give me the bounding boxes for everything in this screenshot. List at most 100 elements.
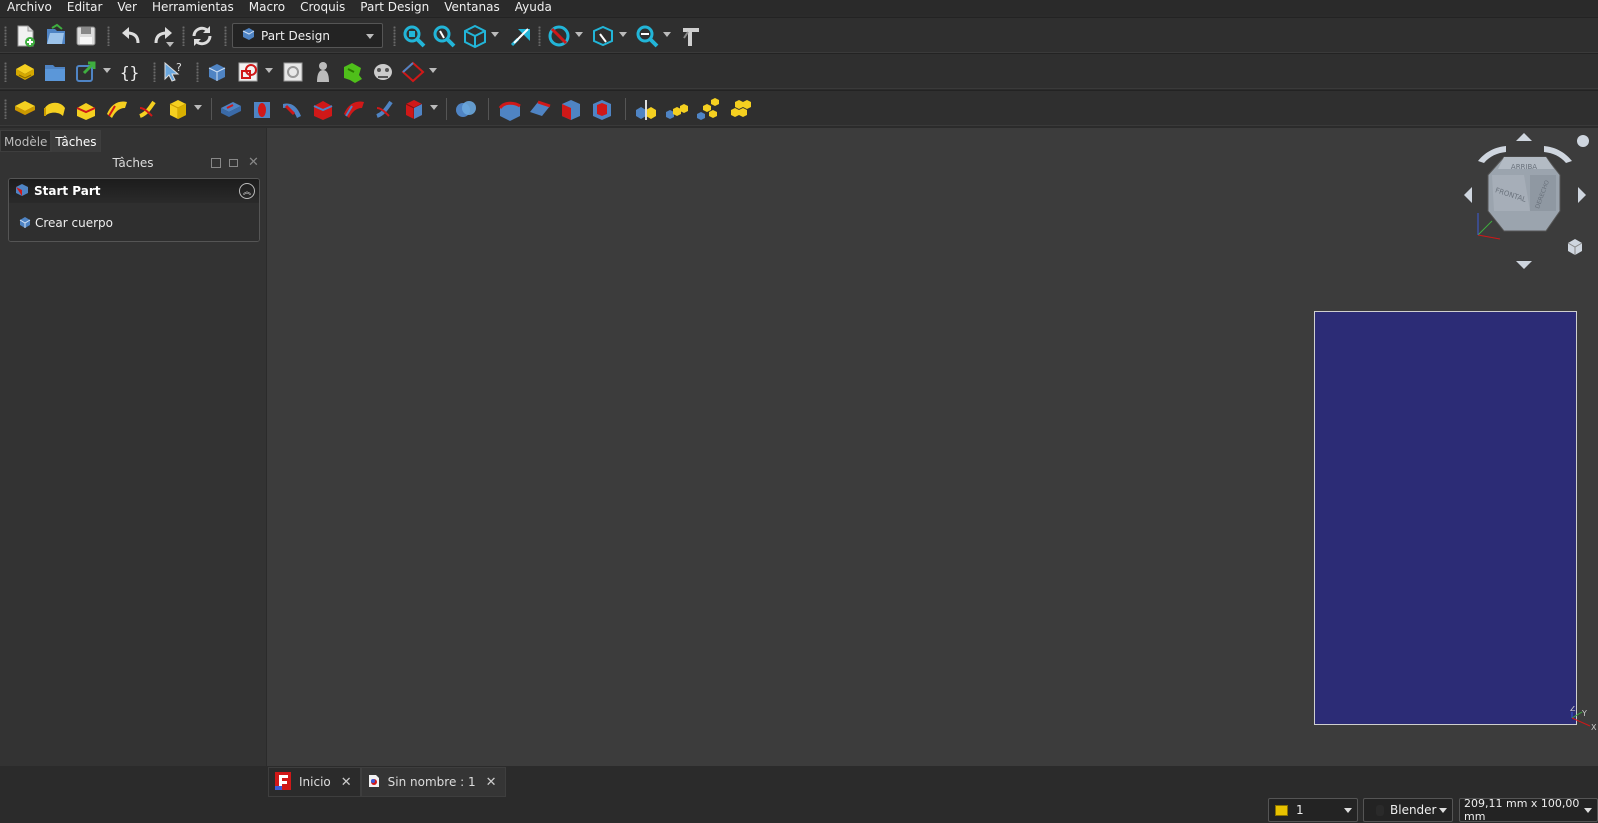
toolbar-grip[interactable] <box>4 62 7 82</box>
datum-dropdown[interactable] <box>429 68 437 73</box>
bounding-box-icon[interactable] <box>590 23 616 49</box>
nav-arrow-right-icon[interactable] <box>1578 187 1586 203</box>
menu-part-design[interactable]: Part Design <box>353 0 437 15</box>
navigation-style-selector[interactable]: Blender <box>1363 798 1453 822</box>
subtractive-primitive-dropdown[interactable] <box>430 105 438 110</box>
additive-helix-icon[interactable] <box>134 96 160 122</box>
draw-style-dropdown[interactable] <box>575 32 583 37</box>
tab-inicio[interactable]: Inicio ✕ <box>268 767 361 797</box>
tab-model[interactable]: Modèle <box>0 130 52 152</box>
clone-icon[interactable] <box>310 59 336 85</box>
menu-editar[interactable]: Editar <box>60 0 111 15</box>
isometric-view-icon[interactable] <box>462 23 488 49</box>
float-icon[interactable] <box>211 158 221 168</box>
subtractive-loft-icon[interactable] <box>310 96 336 122</box>
sketch-dropdown[interactable] <box>265 68 273 73</box>
shape-binder-icon[interactable] <box>340 59 366 85</box>
refresh-icon[interactable] <box>189 23 215 49</box>
toolbar-grip[interactable] <box>224 26 227 46</box>
additive-box-icon[interactable] <box>165 96 191 122</box>
toolbar-grip[interactable] <box>393 26 396 46</box>
sketch-icon[interactable] <box>236 59 262 85</box>
clipping-plane-icon[interactable] <box>678 23 704 49</box>
boolean-icon[interactable] <box>453 96 479 122</box>
attach-sketch-icon[interactable] <box>280 59 306 85</box>
subtractive-pipe-icon[interactable] <box>341 96 367 122</box>
groove-icon[interactable] <box>280 96 306 122</box>
draw-style-icon[interactable] <box>546 23 572 49</box>
subtractive-box-icon[interactable] <box>401 96 427 122</box>
revolution-icon[interactable] <box>42 96 68 122</box>
linear-pattern-icon[interactable] <box>664 96 690 122</box>
chevron-down-icon <box>1584 808 1592 813</box>
tab-tasks[interactable]: Tâches <box>51 130 101 152</box>
subtractive-helix-icon[interactable] <box>371 96 397 122</box>
pocket-icon[interactable] <box>218 96 244 122</box>
close-tab-icon[interactable]: ✕ <box>486 775 497 790</box>
tab-sin-nombre[interactable]: Sin nombre : 1 ✕ <box>360 767 506 797</box>
toolbar-grip[interactable] <box>107 26 110 46</box>
hole-icon[interactable] <box>249 96 275 122</box>
toolbar-grip[interactable] <box>153 62 156 82</box>
nav-arrow-left-icon[interactable] <box>1464 187 1472 203</box>
subshape-binder-icon[interactable] <box>370 59 396 85</box>
save-document-icon[interactable] <box>73 23 99 49</box>
menu-herramientas[interactable]: Herramientas <box>145 0 242 15</box>
toolbar-grip[interactable] <box>4 26 7 46</box>
undo-icon[interactable] <box>118 23 144 49</box>
whats-this-icon[interactable]: ? <box>160 59 186 85</box>
fit-all-icon[interactable] <box>401 23 427 49</box>
bounding-box-dropdown[interactable] <box>619 32 627 37</box>
fit-selection-icon[interactable] <box>431 23 457 49</box>
task-action-create-body[interactable]: Crear cuerpo <box>9 203 259 241</box>
toolbar-grip[interactable] <box>4 99 7 119</box>
toolbar-grip[interactable] <box>538 26 541 46</box>
restore-icon[interactable] <box>229 159 238 167</box>
layer-selector[interactable]: 1 <box>1268 798 1358 822</box>
new-document-icon[interactable] <box>12 23 38 49</box>
dimension-display[interactable]: 209,11 mm x 100,00 mm <box>1459 797 1598 823</box>
menu-archivo[interactable]: Archivo <box>0 0 60 15</box>
close-tab-icon[interactable]: ✕ <box>341 775 352 790</box>
menu-ventanas[interactable]: Ventanas <box>437 0 508 15</box>
pad-icon[interactable] <box>12 96 38 122</box>
thickness-icon[interactable] <box>589 96 615 122</box>
collapse-icon[interactable]: ︽ <box>239 183 255 199</box>
nav-arrow-down-icon[interactable] <box>1516 261 1532 269</box>
link-icon[interactable] <box>74 59 100 85</box>
menu-croquis[interactable]: Croquis <box>293 0 353 15</box>
redo-dropdown[interactable] <box>166 42 174 47</box>
menu-ayuda[interactable]: Ayuda <box>508 0 560 15</box>
chamfer-icon[interactable] <box>527 96 553 122</box>
menu-macro[interactable]: Macro <box>242 0 293 15</box>
toolbar-grip[interactable] <box>196 62 199 82</box>
zoom-dropdown[interactable] <box>663 32 671 37</box>
body-icon[interactable] <box>204 59 230 85</box>
navigation-cube[interactable]: ARRIBA FRONTAL DERECHO <box>1464 133 1594 269</box>
open-document-icon[interactable] <box>43 23 69 49</box>
polar-pattern-icon[interactable] <box>695 96 721 122</box>
view-dropdown[interactable] <box>491 32 499 37</box>
workbench-selector[interactable]: Part Design <box>232 23 383 48</box>
measure-icon[interactable] <box>508 23 534 49</box>
sketch-page-plane[interactable] <box>1314 311 1577 725</box>
axis-x-label: X <box>1591 723 1597 732</box>
datum-plane-icon[interactable] <box>400 59 426 85</box>
draft-icon[interactable] <box>558 96 584 122</box>
view-menu-icon[interactable] <box>1577 135 1589 147</box>
additive-loft-icon[interactable] <box>73 96 99 122</box>
additive-pipe-icon[interactable] <box>104 96 130 122</box>
group-icon[interactable] <box>42 59 68 85</box>
fillet-icon[interactable] <box>497 96 523 122</box>
multi-transform-icon[interactable] <box>727 96 753 122</box>
additive-primitive-dropdown[interactable] <box>194 105 202 110</box>
json-icon[interactable]: {} <box>118 59 144 85</box>
mirrored-icon[interactable] <box>633 96 659 122</box>
nav-arrow-up-icon[interactable] <box>1516 133 1532 141</box>
menu-ver[interactable]: Ver <box>110 0 145 15</box>
link-dropdown[interactable] <box>103 68 111 73</box>
part-icon[interactable] <box>12 59 38 85</box>
toolbar-grip[interactable] <box>182 26 185 46</box>
close-icon[interactable]: ✕ <box>248 154 259 172</box>
zoom-box-icon[interactable] <box>634 23 660 49</box>
